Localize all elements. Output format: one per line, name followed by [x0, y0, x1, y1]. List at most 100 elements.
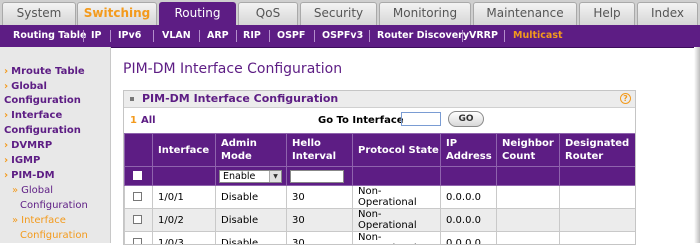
tab-system[interactable]: System	[2, 2, 76, 25]
col-header-designated-router: Designated Router	[560, 134, 636, 167]
tab-monitoring[interactable]: Monitoring	[379, 2, 471, 25]
sidebar-item-pim-dm[interactable]: ›PIM-DM	[4, 168, 108, 183]
subnav-divider	[153, 30, 154, 42]
sidebar-item-label: Configuration	[20, 230, 88, 241]
chevron-right-icon: »	[12, 215, 18, 226]
tab-qos[interactable]: QoS	[238, 2, 298, 25]
sidebar-item-pim-dm-global-configuration[interactable]: Configuration	[20, 198, 124, 213]
subnav-divider	[369, 30, 370, 42]
sidebar-item-global-configuration[interactable]: Configuration	[4, 93, 108, 108]
subnav-routing-table[interactable]: Routing Table	[13, 25, 86, 47]
sidebar: ›Mroute Table ›Global Configuration ›Int…	[0, 47, 111, 243]
sidebar-item-pim-dm-global[interactable]: »Global	[12, 183, 116, 198]
cell-protocol-state: Non-Operational	[353, 209, 441, 232]
sidebar-item-mroute-table[interactable]: ›Mroute Table	[4, 64, 108, 79]
subnav-vlan[interactable]: VLAN	[162, 25, 191, 47]
hello-interval-input[interactable]	[290, 170, 344, 183]
cell-interface: 1/0/1	[153, 186, 216, 209]
entry-count: 1	[130, 115, 137, 126]
cell-protocol-state: Non-Operational	[353, 186, 441, 209]
cell-hello-interval: 30	[287, 186, 353, 209]
subnav-multicast[interactable]: Multicast	[513, 25, 563, 47]
chevron-right-icon: ›	[4, 110, 8, 121]
cell-admin-mode: Disable	[216, 209, 287, 232]
admin-mode-select[interactable]: Enable ▼	[219, 170, 282, 183]
sidebar-item-label: Configuration	[4, 125, 81, 136]
row-checkbox[interactable]	[133, 215, 142, 224]
panel-header: PIM-DM Interface Configuration ?	[124, 91, 635, 108]
cell-interface: 1/0/2	[153, 209, 216, 232]
interface-config-panel: PIM-DM Interface Configuration ? 1 All G…	[123, 90, 636, 245]
sidebar-item-label: Interface	[21, 215, 66, 226]
tab-index[interactable]: Index	[637, 2, 698, 25]
chevron-right-icon: »	[12, 185, 18, 196]
top-tab-bar: System Switching Routing QoS Security Mo…	[0, 0, 700, 27]
show-all-link[interactable]: All	[141, 115, 156, 126]
sidebar-item-label: Configuration	[20, 200, 88, 211]
sidebar-item-global[interactable]: ›Global	[4, 79, 108, 94]
subnav-divider	[110, 30, 111, 42]
goto-interface-label: Go To Interface	[318, 115, 404, 126]
chevron-down-icon: ›	[4, 170, 8, 181]
sidebar-item-label: Global	[21, 185, 53, 196]
panel-title: PIM-DM Interface Configuration	[142, 92, 338, 105]
tab-switching[interactable]: Switching	[77, 2, 157, 25]
table-row: 1/0/1 Disable 30 Non-Operational 0.0.0.0	[125, 186, 636, 209]
sidebar-item-dvmrp[interactable]: ›DVMRP	[4, 138, 108, 153]
sidebar-item-label: PIM-DM	[11, 170, 54, 181]
chevron-right-icon: ›	[4, 155, 8, 166]
col-header-ip-address: IP Address	[441, 134, 497, 167]
cell-neighbor-count	[497, 186, 560, 209]
sidebar-item-pim-dm-interface-configuration[interactable]: Configuration	[20, 228, 124, 243]
cell-admin-mode: Disable	[216, 186, 287, 209]
subnav-router-discovery[interactable]: Router Discovery	[377, 25, 469, 47]
cell-designated-router	[560, 209, 636, 232]
subnav-arp[interactable]: ARP	[207, 25, 229, 47]
sidebar-item-label: IGMP	[11, 155, 40, 166]
cell-hello-interval: 30	[287, 209, 353, 232]
sidebar-item-igmp[interactable]: ›IGMP	[4, 153, 108, 168]
col-header-hello-interval: Hello Interval	[287, 134, 353, 167]
help-icon[interactable]: ?	[620, 93, 631, 104]
table-edit-row: Enable ▼	[125, 167, 636, 186]
subnav-divider	[462, 30, 463, 42]
row-checkbox[interactable]	[133, 192, 142, 201]
interface-table: Interface Admin Mode Hello Interval Prot…	[124, 133, 636, 245]
tab-maintenance[interactable]: Maintenance	[473, 2, 577, 25]
sidebar-item-interface-configuration[interactable]: Configuration	[4, 123, 108, 138]
subnav-ospfv3[interactable]: OSPFv3	[322, 25, 363, 47]
chevron-right-icon: ›	[4, 140, 8, 151]
sidebar-item-label: DVMRP	[11, 140, 52, 151]
subnav-ospf[interactable]: OSPF	[277, 25, 305, 47]
subnav-ipv6[interactable]: IPv6	[118, 25, 141, 47]
subnav-divider	[83, 30, 84, 42]
goto-interface-input[interactable]	[401, 112, 441, 126]
subnav-vrrp[interactable]: VRRP	[469, 25, 498, 47]
select-all-checkbox[interactable]	[133, 171, 142, 180]
sidebar-item-pim-dm-interface[interactable]: »Interface	[12, 213, 116, 228]
go-button[interactable]: GO	[448, 111, 484, 127]
bullet-icon	[130, 97, 134, 101]
tab-security[interactable]: Security	[300, 2, 377, 25]
row-checkbox[interactable]	[133, 238, 142, 245]
table-header-row: Interface Admin Mode Hello Interval Prot…	[125, 134, 636, 167]
table-row: 1/0/2 Disable 30 Non-Operational 0.0.0.0	[125, 209, 636, 232]
subnav-rip[interactable]: RIP	[243, 25, 261, 47]
col-header-select	[125, 134, 153, 167]
page-edge-shadow	[694, 47, 700, 243]
tab-help[interactable]: Help	[579, 2, 635, 25]
admin-mode-select-value: Enable	[223, 171, 255, 182]
subnav-ip[interactable]: IP	[91, 25, 102, 47]
col-header-protocol-state: Protocol State	[353, 134, 441, 167]
chevron-down-icon: ▼	[269, 171, 281, 182]
col-header-admin-mode: Admin Mode	[216, 134, 287, 167]
sub-navigation-bar: Routing Table IP IPv6 VLAN ARP RIP OSPF …	[0, 25, 700, 48]
subnav-divider	[269, 30, 270, 42]
chevron-right-icon: ›	[4, 81, 8, 92]
sidebar-item-label: Mroute Table	[11, 66, 85, 77]
sidebar-item-interface[interactable]: ›Interface	[4, 108, 108, 123]
subnav-divider	[504, 30, 505, 42]
sidebar-item-label: Interface	[11, 110, 62, 121]
col-header-interface: Interface	[153, 134, 216, 167]
tab-routing[interactable]: Routing	[159, 2, 236, 27]
